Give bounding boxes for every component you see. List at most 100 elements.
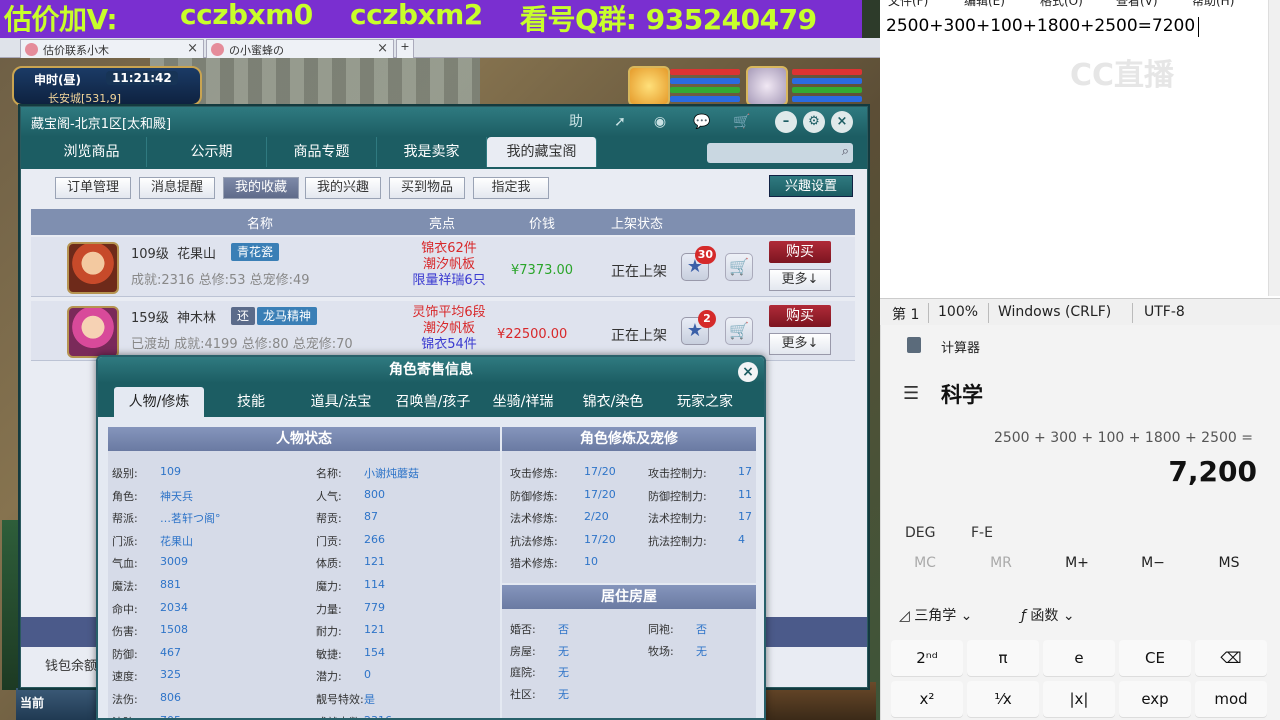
menu-view[interactable]: 查看(V) — [1116, 0, 1158, 9]
exp-key[interactable]: exp — [1119, 681, 1191, 717]
subtab-messages[interactable]: 消息提醒 — [139, 177, 215, 199]
field-value: 0 — [364, 668, 371, 681]
field-value: 1508 — [160, 623, 188, 636]
fe-button[interactable]: F-E — [971, 525, 993, 541]
search-icon[interactable]: ⌕ — [842, 144, 849, 159]
tab-items[interactable]: 道具/法宝 — [296, 387, 386, 417]
game-tab-2[interactable]: の小蜜蜂の × — [206, 39, 394, 58]
field-label: 帮贡: — [316, 512, 342, 525]
row-highlight-3: 限量祥瑞6只 — [412, 273, 486, 288]
more-button[interactable]: 更多↓ — [769, 269, 831, 291]
field-value: 325 — [160, 668, 181, 681]
house-section — [502, 609, 756, 718]
pet-portrait[interactable] — [628, 66, 670, 106]
deg-button[interactable]: DEG — [905, 525, 935, 541]
buy-button[interactable]: 购买 — [769, 241, 831, 263]
subtab-favorites[interactable]: 我的收藏 — [223, 177, 299, 199]
field-value: 3009 — [160, 555, 188, 568]
triangle-icon: ◿ — [899, 608, 915, 624]
map-location: 长安城[531,9] — [48, 92, 122, 105]
more-button[interactable]: 更多↓ — [769, 333, 831, 355]
field-label: 庭院: — [510, 666, 536, 679]
close-icon[interactable]: × — [377, 41, 388, 56]
tab-home[interactable]: 玩家之家 — [660, 387, 750, 417]
memory-add-button[interactable]: M+ — [1039, 555, 1115, 571]
favorite-star-icon[interactable]: ★ 30 — [681, 246, 716, 281]
promo-banner: 估价加V: cczbxm0 cczbxm2 看号Q群: 935240479 — [0, 0, 862, 38]
menu-edit[interactable]: 编辑(E) — [964, 0, 1005, 9]
subtab-orders[interactable]: 订单管理 — [55, 177, 131, 199]
search-input[interactable]: ⌕ — [707, 143, 853, 163]
minimize-icon[interactable]: – — [775, 111, 797, 133]
memory-clear-button[interactable]: MC — [887, 555, 963, 571]
record-icon[interactable]: ◉ — [649, 111, 671, 133]
new-tab-button[interactable]: + — [396, 39, 414, 58]
trig-label: 三角学 — [914, 608, 957, 624]
notepad-status-bar: 第 1 100% Windows (CRLF) UTF-8 — [880, 298, 1280, 325]
memory-store-button[interactable]: MS — [1191, 555, 1267, 571]
current-channel[interactable]: 当前 — [20, 694, 44, 711]
square-key[interactable]: x² — [891, 681, 963, 717]
share-icon[interactable]: ➚ — [609, 111, 631, 133]
settings-icon[interactable]: ⚙ — [803, 111, 825, 133]
character-avatar — [67, 306, 119, 358]
tab-pets[interactable]: 召唤兽/孩子 — [388, 387, 478, 417]
subtab-interests[interactable]: 我的兴趣 — [305, 177, 381, 199]
player-portrait[interactable] — [746, 66, 788, 106]
tab-seller[interactable]: 我是卖家 — [377, 137, 487, 167]
help-icon[interactable]: 助 — [565, 111, 587, 133]
subtab-bought[interactable]: 买到物品 — [389, 177, 465, 199]
hamburger-menu-icon[interactable]: ☰ — [903, 383, 919, 404]
row-status: 正在上架 — [611, 328, 667, 344]
tab-topics[interactable]: 商品专题 — [267, 137, 377, 167]
tab-publicity[interactable]: 公示期 — [157, 137, 267, 167]
table-row[interactable]: 109级 花果山 青花瓷 成就:2316 总修:53 总宠修:49 锦衣62件 … — [31, 237, 855, 297]
table-row[interactable]: 159级 神木林 还 龙马精神 已渡劫 成就:4199 总修:80 总宠修:70… — [31, 301, 855, 361]
favorite-star-icon[interactable]: ★ 2 — [681, 310, 716, 345]
field-value: 779 — [364, 601, 385, 614]
menu-file[interactable]: 文件(F) — [888, 0, 928, 9]
banner-text-2: cczbxm0 — [180, 0, 313, 31]
close-icon[interactable]: × — [187, 41, 198, 56]
memory-subtract-button[interactable]: M− — [1115, 555, 1191, 571]
tab-skills[interactable]: 技能 — [206, 387, 296, 417]
field-value: 11 — [738, 488, 752, 501]
vertical-scrollbar[interactable] — [1268, 0, 1280, 296]
tab-my-pavilion[interactable]: 我的藏宝阁 — [487, 137, 597, 167]
pet-status-bars — [670, 66, 740, 108]
notepad-text[interactable]: 2500+300+100+1800+2500=7200 — [886, 16, 1195, 36]
euler-key[interactable]: e — [1043, 640, 1115, 676]
absolute-key[interactable]: |x| — [1043, 681, 1115, 717]
menu-help[interactable]: 帮助(H) — [1192, 0, 1234, 9]
close-icon[interactable]: × — [738, 362, 758, 382]
tab-outfits[interactable]: 锦衣/染色 — [568, 387, 658, 417]
subtab-assigned[interactable]: 指定我 — [473, 177, 549, 199]
interest-settings-button[interactable]: 兴趣设置 — [769, 175, 853, 197]
tab-mounts[interactable]: 坐骑/祥瑞 — [478, 387, 568, 417]
close-icon[interactable]: × — [831, 111, 853, 133]
reciprocal-key[interactable]: ¹⁄x — [967, 681, 1039, 717]
cart-icon[interactable]: 🛒 — [725, 317, 753, 345]
tab-character[interactable]: 人物/修炼 — [114, 387, 204, 417]
cart-icon[interactable]: 🛒 — [725, 253, 753, 281]
chat-icon[interactable]: 💬 — [691, 111, 713, 133]
banner-text-4: 看号Q群: 935240479 — [520, 3, 817, 36]
cart-icon[interactable]: 🛒 — [731, 111, 753, 133]
backspace-icon[interactable]: ⌫ — [1195, 640, 1267, 676]
field-label: 帮派: — [112, 512, 138, 525]
clear-entry-key[interactable]: CE — [1119, 640, 1191, 676]
tab-browse[interactable]: 浏览商品 — [37, 137, 147, 167]
second-function-key[interactable]: 2ⁿᵈ — [891, 640, 963, 676]
cc-live-watermark: CC直播 — [1070, 58, 1175, 93]
menu-format[interactable]: 格式(O) — [1040, 0, 1083, 9]
field-label: 法术控制力: — [648, 512, 707, 525]
field-label: 体质: — [316, 557, 342, 570]
trigonometry-dropdown[interactable]: ◿ 三角学 ⌄ — [899, 605, 972, 625]
game-tab-1[interactable]: 估价联系小木 × — [20, 39, 204, 58]
buy-button[interactable]: 购买 — [769, 305, 831, 327]
pi-key[interactable]: π — [967, 640, 1039, 676]
function-dropdown[interactable]: ƒ 函数 ⌄ — [1021, 605, 1075, 625]
status-encoding: UTF-8 — [1144, 304, 1185, 320]
mod-key[interactable]: mod — [1195, 681, 1267, 717]
memory-recall-button[interactable]: MR — [963, 555, 1039, 571]
